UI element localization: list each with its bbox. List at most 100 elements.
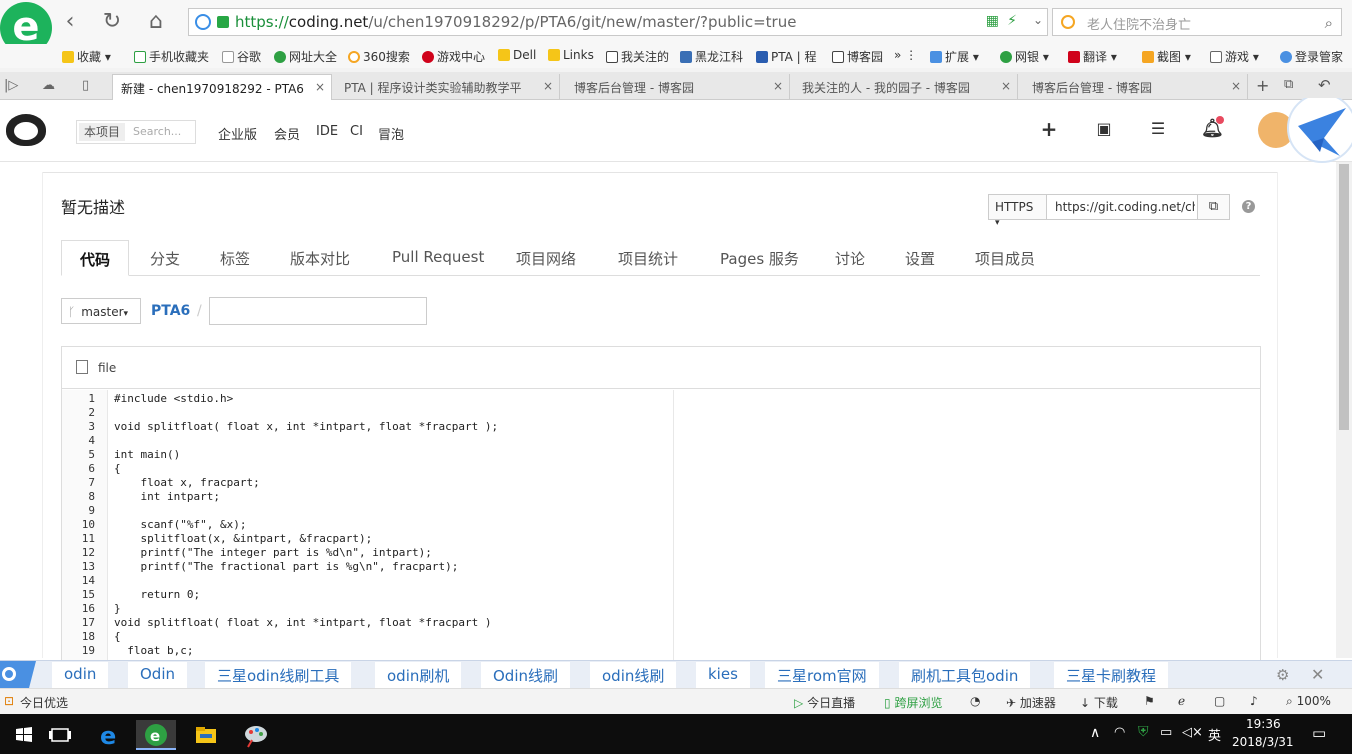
login-manager-button[interactable]: 登录管家 [1280, 48, 1343, 65]
restore-tabs-icon[interactable]: ⧉ [1284, 77, 1293, 92]
scope-tag[interactable]: 本项目 [79, 123, 126, 141]
translate-button[interactable]: 翻译 ▾ [1068, 48, 1117, 65]
tab-blog-admin[interactable]: 博客后台管理 - 博客园 × [566, 74, 790, 100]
suggestion-item[interactable]: 三星rom官网 [765, 662, 879, 688]
games-button[interactable]: 游戏 ▾ [1210, 48, 1259, 65]
page-scrollbar[interactable] [1336, 162, 1352, 658]
task-view-icon[interactable] [40, 720, 80, 750]
code-line[interactable]: float b,c; [114, 644, 193, 658]
bolt-icon[interactable]: ⚡ [1007, 13, 1017, 29]
tab-new-file[interactable]: 新建 - chen1970918292 - PTA6 × [112, 74, 332, 100]
tab-following[interactable]: 我关注的人 - 我的园子 - 博客园 × [794, 74, 1018, 100]
bookmark-item[interactable]: 黑龙江科 [680, 48, 743, 65]
suggest-search-icon[interactable] [0, 661, 36, 689]
bookmark-item[interactable]: 网址大全 [274, 48, 337, 65]
volume-mute-icon[interactable]: ◁× [1182, 725, 1203, 740]
close-icon[interactable]: × [315, 80, 325, 94]
scrollbar-thumb[interactable] [1339, 164, 1349, 430]
bird-widget-icon[interactable] [1254, 98, 1352, 164]
code-line[interactable]: splitfloat(x, &intpart, &fracpart); [114, 532, 372, 546]
close-icon[interactable]: × [1231, 79, 1241, 93]
notifications-icon[interactable]: ▭ [1312, 724, 1326, 742]
suggestion-item[interactable]: odin线刷 [590, 662, 677, 688]
tab-pull-request[interactable]: Pull Request [392, 240, 484, 276]
sidebar-toggle-icon[interactable]: |▷ [4, 78, 18, 93]
copy-icon[interactable]: ⧉ [1197, 195, 1229, 219]
battery-icon[interactable]: ▭ [1160, 725, 1172, 740]
suggestion-item[interactable]: Odin [128, 662, 188, 688]
360-browser-icon[interactable]: e [136, 720, 176, 750]
windows-start-icon[interactable] [4, 720, 44, 750]
help-icon[interactable]: ? [1242, 200, 1255, 213]
protocol-select[interactable]: HTTPS ▾ [989, 195, 1047, 228]
bookmark-item[interactable]: PTA | 程 [756, 48, 817, 65]
search-icon[interactable]: ⌕ [1325, 14, 1333, 32]
code-line[interactable]: { [114, 462, 121, 476]
edge-icon[interactable]: e [90, 720, 130, 750]
close-icon[interactable]: ✕ [1311, 665, 1324, 684]
code-line[interactable]: float x, fracpart; [114, 476, 259, 490]
repo-name-link[interactable]: PTA6 [151, 303, 190, 319]
tab-pta[interactable]: PTA | 程序设计类实验辅助教学平 × [336, 74, 560, 100]
tab-compare[interactable]: 版本对比 [290, 240, 350, 276]
bookmark-item[interactable]: 360搜索 [348, 48, 410, 65]
filename-input[interactable] [209, 297, 427, 325]
flag-icon[interactable]: ⚑ [1144, 694, 1155, 708]
more-bookmarks-icon[interactable]: » ⋮ [894, 48, 917, 62]
bookmark-item[interactable]: 博客园 [832, 48, 883, 65]
code-line[interactable]: printf("The integer part is %d\n", intpa… [114, 546, 431, 560]
phone-icon[interactable]: ▯ [82, 78, 89, 93]
suggestion-item[interactable]: 三星卡刷教程 [1054, 662, 1169, 688]
suggestion-item[interactable]: odin [52, 662, 109, 688]
tab-network[interactable]: 项目网络 [516, 240, 576, 276]
coding-logo-icon[interactable] [6, 114, 46, 146]
code-area[interactable]: #include <stdio.h> void splitfloat( float… [114, 390, 674, 666]
tab-settings[interactable]: 设置 [905, 240, 935, 276]
bookmark-folder[interactable]: Links [548, 48, 594, 62]
live-button[interactable]: ▷ 今日直播 [794, 694, 855, 711]
tray-expand-icon[interactable]: ∧ [1090, 725, 1100, 741]
search-box[interactable]: 老人住院不治身亡 ⌕ [1052, 8, 1342, 36]
clock-time[interactable]: 19:36 [1246, 717, 1281, 731]
bookmark-item[interactable]: 收藏 ▾ [62, 48, 111, 65]
security-shield-icon[interactable]: ⛨ [1138, 724, 1149, 740]
nav-bubble[interactable]: 冒泡 [378, 124, 404, 143]
paint-app-icon[interactable] [236, 720, 276, 750]
suggestion-item[interactable]: kies [696, 662, 750, 688]
close-icon[interactable]: × [543, 79, 553, 93]
code-line[interactable]: printf("The fractional part is %g\n", fr… [114, 560, 458, 574]
tab-stats[interactable]: 项目统计 [618, 240, 678, 276]
ie-icon[interactable]: ℯ [1178, 694, 1185, 708]
undo-close-icon[interactable]: ↶ [1318, 76, 1331, 94]
wifi-icon[interactable]: ◠ [1114, 725, 1125, 740]
code-line[interactable]: void splitfloat( float x, int *intpart, … [114, 420, 498, 434]
code-line[interactable]: { [114, 630, 121, 644]
code-line[interactable]: return 0; [114, 588, 200, 602]
plus-icon[interactable]: + [1038, 118, 1060, 140]
cloud-icon[interactable]: ☁ [42, 78, 55, 93]
tab-discussion[interactable]: 讨论 [835, 240, 865, 276]
today-picks[interactable]: 今日优选 [20, 694, 68, 711]
chevron-down-icon[interactable]: ⌄ [1033, 13, 1043, 27]
gear-icon[interactable]: ⚙ [1276, 666, 1289, 684]
code-line[interactable]: void splitfloat( float x, int *intpart, … [114, 616, 492, 630]
tab-branches[interactable]: 分支 [150, 240, 180, 276]
project-search[interactable]: 本项目 Search... [76, 120, 196, 144]
url-bar[interactable]: https://coding.net/u/chen1970918292/p/PT… [188, 8, 1048, 36]
ime-indicator[interactable]: 英 [1208, 725, 1221, 744]
screenshot-button[interactable]: 截图 ▾ [1142, 48, 1191, 65]
code-line[interactable]: } [114, 602, 121, 616]
download-button[interactable]: ↓ 下载 [1080, 694, 1118, 711]
tab-blog-admin-2[interactable]: 博客后台管理 - 博客园 × [1024, 74, 1248, 100]
volume-icon[interactable]: ♪ [1250, 694, 1258, 708]
nav-ide[interactable]: IDE [316, 124, 338, 139]
reload-icon[interactable]: ↻ [98, 8, 126, 36]
home-icon[interactable]: ⌂ [142, 8, 170, 36]
qr-icon[interactable]: ▦ [986, 13, 999, 29]
file-explorer-icon[interactable] [186, 720, 226, 750]
code-line[interactable]: scanf("%f", &x); [114, 518, 246, 532]
branch-select[interactable]: ᚴ master▾ [61, 298, 141, 324]
project-search-input[interactable]: Search... [133, 125, 181, 138]
suggestion-item[interactable]: 三星odin线刷工具 [205, 662, 352, 688]
extensions-button[interactable]: 扩展 ▾ [930, 48, 979, 65]
